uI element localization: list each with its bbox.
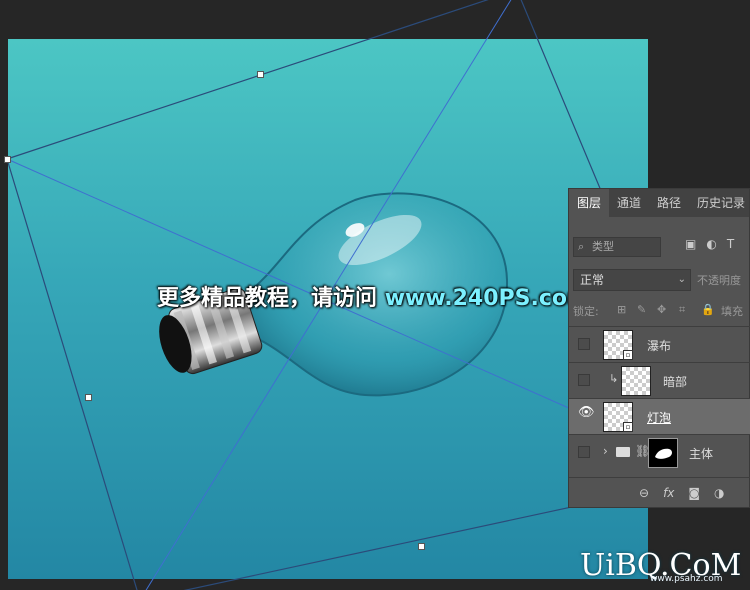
panel-tabs: 图层 通道 路径 历史记录 [569,189,749,217]
lock-brush-icon[interactable]: ✎ [637,303,646,316]
layer-name[interactable]: 灯泡 [647,409,671,426]
lock-row: 锁定: ⊞ ✎ ✥ ⌗ 🔒 填充 [573,301,750,321]
clipping-arrow-icon: ↳ [609,372,619,385]
lock-move-icon[interactable]: ✥ [657,303,666,316]
layers-panel: 图层 通道 路径 历史记录 ⌕ 类型 ▣ ◐ T 正常 ⌄ 不透明度 锁定: ⊞… [568,188,750,508]
add-mask-icon[interactable]: ◙ [688,486,700,500]
transform-handle-top-middle[interactable] [257,71,264,78]
smart-object-icon: ▫ [623,350,633,360]
panel-bottom-bar: ⊖ fx ◙ ◑ [569,477,750,507]
filter-kind-label: 类型 [592,240,614,253]
transform-handle-top-left[interactable] [4,156,11,163]
blend-mode-value: 正常 [580,273,605,287]
tab-channels[interactable]: 通道 [609,189,649,217]
lock-transparent-icon[interactable]: ⊞ [617,303,626,316]
lock-label: 锁定: [573,305,599,318]
filter-type-icon[interactable]: T [727,237,734,251]
eye-icon[interactable]: 👁 [578,406,595,420]
fx-icon[interactable]: fx [663,486,674,500]
opacity-label: 不透明度 [697,274,741,287]
mask-thumbnail [648,438,678,468]
chevron-down-icon: ⌄ [677,274,686,285]
lock-artboard-icon[interactable]: ⌗ [679,303,685,317]
layer-thumbnail [621,366,651,396]
layer-thumbnail: ▫ [603,402,633,432]
layer-thumbnail: ▫ [603,330,633,360]
mask-shape [655,448,672,459]
tab-paths[interactable]: 路径 [649,189,689,217]
chevron-right-icon[interactable]: › [603,444,608,458]
filter-kind-select[interactable]: ⌕ 类型 [573,237,661,257]
layer-row[interactable]: › ⛓ 主体 [569,434,750,470]
site-logo-url: www.psahz.com [650,574,723,584]
lock-all-icon[interactable]: 🔒 [701,303,715,316]
visibility-toggle[interactable] [578,446,590,458]
layer-row[interactable]: ↳ 暗部 [569,362,750,398]
layer-name[interactable]: 主体 [689,445,713,462]
filter-pixel-icon[interactable]: ▣ [685,237,696,251]
tab-layers[interactable]: 图层 [569,189,610,217]
folder-icon [616,447,630,457]
layer-row-selected[interactable]: 👁 ▫ 灯泡 [569,398,750,434]
visibility-toggle[interactable] [578,338,590,350]
smart-object-icon: ▫ [623,422,633,432]
search-icon: ⌕ [578,240,585,253]
filter-adjustment-icon[interactable]: ◐ [706,237,716,251]
tab-history[interactable]: 历史记录 [689,189,750,217]
filter-icons: ▣ ◐ T [685,237,734,251]
blend-mode-select[interactable]: 正常 ⌄ [573,269,691,291]
layer-row[interactable]: ▫ 瀑布 [569,326,750,362]
layer-name[interactable]: 瀑布 [647,337,671,354]
link-layers-icon[interactable]: ⊖ [639,486,649,500]
visibility-toggle[interactable] [578,374,590,386]
filter-row: ⌕ 类型 ▣ ◐ T [573,237,750,257]
watermark-url: www.240PS.com [384,286,590,311]
transform-handle-middle-left[interactable] [85,394,92,401]
watermark-label: 更多精品教程，请访问 [157,286,378,311]
layer-name[interactable]: 暗部 [663,373,687,390]
fill-label: 填充 [721,305,743,318]
adjustment-icon[interactable]: ◑ [714,486,724,500]
transform-handle-bottom-middle[interactable] [418,543,425,550]
blend-row: 正常 ⌄ 不透明度 [573,269,750,291]
watermark-text: 更多精品教程，请访问 www.240PS.com [157,280,590,312]
